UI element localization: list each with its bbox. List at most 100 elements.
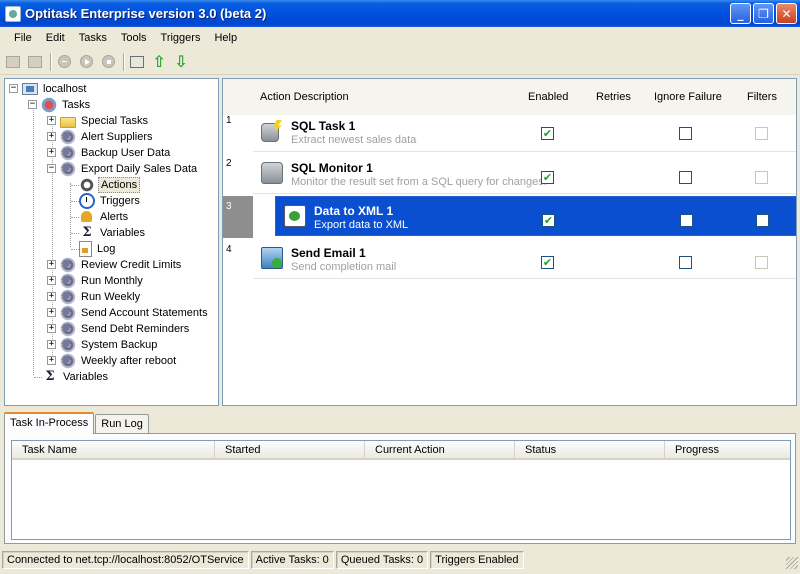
tree-node-localhost[interactable]: localhost xyxy=(22,81,88,97)
actions-list[interactable]: Action Description Enabled Retries Ignor… xyxy=(222,78,797,406)
menu-file[interactable]: File xyxy=(7,28,39,48)
col-progress[interactable]: Progress xyxy=(665,441,792,460)
action-row[interactable]: SQL Task 1 Extract newest sales data ✔ xyxy=(253,112,796,152)
tree-node-weekly-after-reboot[interactable]: Weekly after reboot xyxy=(60,351,178,369)
enabled-checkbox[interactable]: ✔ xyxy=(541,127,554,140)
menu-help[interactable]: Help xyxy=(207,28,244,48)
action-row-selected[interactable]: Data to XML 1 Export data to XML ✔ xyxy=(275,196,796,236)
filters-checkbox[interactable] xyxy=(755,171,768,184)
tasks-icon xyxy=(41,97,57,113)
expander-localhost[interactable]: − xyxy=(9,84,18,93)
ignore-failure-checkbox[interactable] xyxy=(680,214,693,227)
col-current-action[interactable]: Current Action xyxy=(365,441,515,460)
sql-monitor-icon xyxy=(261,162,283,184)
enabled-checkbox[interactable]: ✔ xyxy=(542,214,555,227)
menu-tools[interactable]: Tools xyxy=(114,28,154,48)
menu-edit[interactable]: Edit xyxy=(39,28,72,48)
tree-node-system-backup[interactable]: System Backup xyxy=(60,335,159,353)
action-row[interactable]: SQL Monitor 1 Monitor the result set fro… xyxy=(253,154,796,194)
move-down-button[interactable]: ⇩ xyxy=(171,52,191,72)
menu-triggers[interactable]: Triggers xyxy=(154,28,208,48)
sigma-icon: Σ xyxy=(45,369,55,384)
col-enabled[interactable]: Enabled xyxy=(528,91,568,103)
enabled-checkbox[interactable]: ✔ xyxy=(541,171,554,184)
tree-line xyxy=(71,201,79,202)
stop-button[interactable] xyxy=(98,52,118,72)
new-task-button[interactable] xyxy=(3,52,23,72)
col-task-name[interactable]: Task Name xyxy=(12,441,215,460)
tree-node-send-debt-reminders[interactable]: Send Debt Reminders xyxy=(60,319,191,337)
tree-node-send-account-statements[interactable]: Send Account Statements xyxy=(60,303,210,321)
send-email-icon xyxy=(261,247,283,269)
close-button[interactable]: ✕ xyxy=(776,3,797,24)
resize-grip[interactable] xyxy=(786,557,798,569)
play-icon xyxy=(79,55,93,68)
expander-special-tasks[interactable]: + xyxy=(47,116,56,125)
remove-button[interactable] xyxy=(54,52,74,72)
bell-icon xyxy=(79,209,95,225)
minus-circle-icon xyxy=(57,55,71,68)
expander-run-monthly[interactable]: + xyxy=(47,276,56,285)
move-up-button[interactable]: ⇧ xyxy=(149,52,169,72)
expander-weekly-after-reboot[interactable]: + xyxy=(47,356,56,365)
action-description: Export data to XML xyxy=(314,219,409,231)
ignore-failure-checkbox[interactable] xyxy=(679,171,692,184)
tree-node-export-daily-sales-data[interactable]: Export Daily Sales Data xyxy=(60,159,199,177)
ignore-failure-checkbox[interactable] xyxy=(679,256,692,269)
minimize-button[interactable]: _ xyxy=(730,3,751,24)
status-connection: Connected to net.tcp://localhost:8052/OT… xyxy=(2,551,249,569)
stop-icon xyxy=(101,55,115,68)
task-tree[interactable]: − localhost − Tasks + Special Tasks + Al… xyxy=(4,78,219,406)
col-ignore-failure[interactable]: Ignore Failure xyxy=(654,91,722,103)
add-action-button[interactable] xyxy=(127,52,147,72)
tree-node-variables[interactable]: Σ Variables xyxy=(79,225,147,241)
tree-node-global-variables[interactable]: Σ Variables xyxy=(42,369,110,385)
expander-export-daily-sales-data[interactable]: − xyxy=(47,164,56,173)
grid-header: Task Name Started Current Action Status … xyxy=(12,441,790,460)
expander-send-debt-reminders[interactable]: + xyxy=(47,324,56,333)
log-icon xyxy=(79,241,92,257)
run-button[interactable] xyxy=(76,52,96,72)
tab-run-log[interactable]: Run Log xyxy=(95,414,149,434)
expander-send-account-statements[interactable]: + xyxy=(47,308,56,317)
arrow-down-icon: ⇩ xyxy=(174,52,188,71)
tab-task-in-process[interactable]: Task In-Process xyxy=(4,412,95,434)
bottom-tabs: Task In-Process Run Log xyxy=(4,412,149,434)
expander-run-weekly[interactable]: + xyxy=(47,292,56,301)
filters-checkbox[interactable] xyxy=(755,256,768,269)
tree-node-alerts[interactable]: Alerts xyxy=(79,209,130,225)
expander-review-credit-limits[interactable]: + xyxy=(47,260,56,269)
col-action-description[interactable]: Action Description xyxy=(260,91,349,103)
copy-task-button[interactable] xyxy=(25,52,45,72)
tree-line xyxy=(71,217,79,218)
filters-checkbox[interactable] xyxy=(756,214,769,227)
col-status[interactable]: Status xyxy=(515,441,665,460)
col-started[interactable]: Started xyxy=(215,441,365,460)
computer-icon xyxy=(22,83,38,95)
enabled-checkbox[interactable]: ✔ xyxy=(541,256,554,269)
tree-node-run-monthly[interactable]: Run Monthly xyxy=(60,271,145,289)
tree-node-tasks[interactable]: Tasks xyxy=(41,97,92,113)
expander-tasks[interactable]: − xyxy=(28,100,37,109)
filters-checkbox[interactable] xyxy=(755,127,768,140)
tree-node-actions[interactable]: Actions xyxy=(79,177,141,193)
expander-backup-user-data[interactable]: + xyxy=(47,148,56,157)
action-name: SQL Task 1 xyxy=(291,119,356,133)
ignore-failure-checkbox[interactable] xyxy=(679,127,692,140)
row-number: 2 xyxy=(226,158,232,169)
tree-node-backup-user-data[interactable]: Backup User Data xyxy=(60,143,172,161)
task-in-process-grid[interactable]: Task Name Started Current Action Status … xyxy=(11,440,791,540)
tree-node-special-tasks[interactable]: Special Tasks xyxy=(60,113,150,129)
menu-tasks[interactable]: Tasks xyxy=(72,28,114,48)
col-filters[interactable]: Filters xyxy=(747,91,777,103)
tree-node-log[interactable]: Log xyxy=(79,241,117,257)
col-retries[interactable]: Retries xyxy=(596,91,631,103)
tree-node-triggers[interactable]: Triggers xyxy=(79,193,142,209)
tree-node-alert-suppliers[interactable]: Alert Suppliers xyxy=(60,127,155,145)
tree-line xyxy=(71,185,79,186)
maximize-button[interactable]: ❐ xyxy=(753,3,774,24)
expander-system-backup[interactable]: + xyxy=(47,340,56,349)
action-row[interactable]: Send Email 1 Send completion mail ✔ xyxy=(253,239,796,279)
expander-alert-suppliers[interactable]: + xyxy=(47,132,56,141)
tree-node-review-credit-limits[interactable]: Review Credit Limits xyxy=(60,255,183,273)
